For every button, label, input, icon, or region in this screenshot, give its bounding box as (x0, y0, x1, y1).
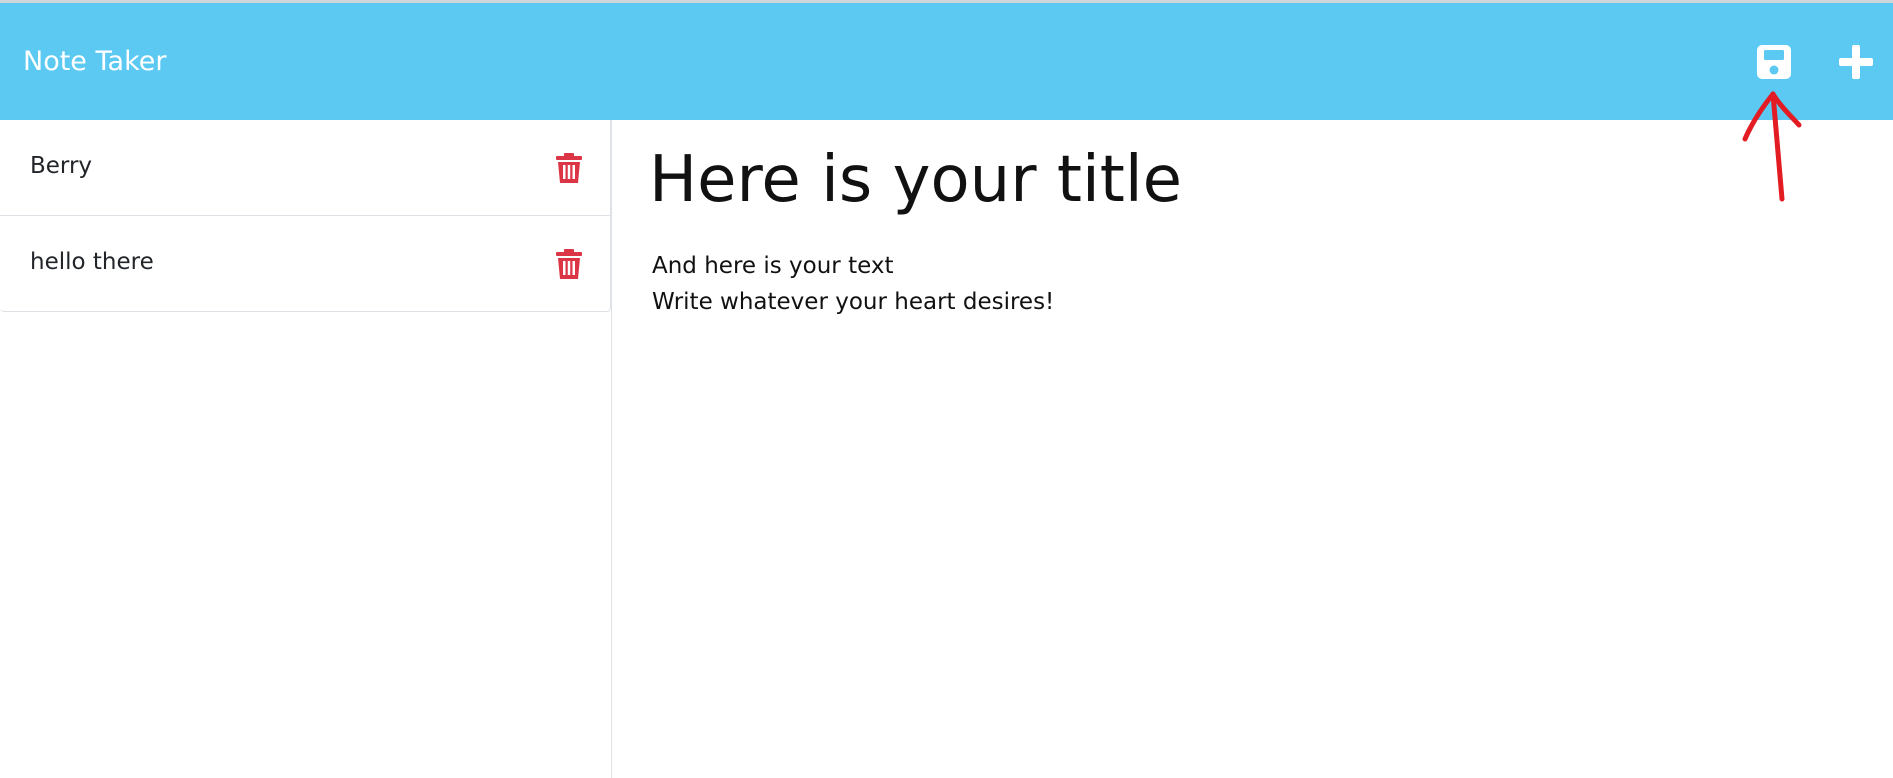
note-title: hello there (30, 249, 154, 275)
trash-icon[interactable] (555, 248, 583, 280)
list-item[interactable]: hello there (0, 216, 611, 312)
note-text-line: Write whatever your heart desires! (652, 289, 1055, 315)
note-text-line: And here is your text (652, 253, 894, 279)
note-title: Berry (30, 153, 93, 179)
new-note-button[interactable] (1836, 42, 1876, 82)
notes-sidebar: Berry hello there (0, 120, 612, 778)
note-text-field[interactable]: And here is your text Write whatever you… (652, 248, 1752, 320)
app-title[interactable]: Note Taker (23, 46, 166, 78)
plus-icon (1839, 45, 1873, 79)
trash-icon[interactable] (555, 152, 583, 184)
note-title-field[interactable]: Here is your title (649, 142, 1182, 218)
note-list: Berry hello there (0, 120, 611, 312)
note-editor: Here is your title And here is your text… (612, 120, 1893, 778)
save-note-button[interactable] (1754, 42, 1794, 82)
floppy-disk-icon (1757, 45, 1791, 79)
list-item[interactable]: Berry (0, 120, 611, 216)
navbar: Note Taker (0, 3, 1893, 120)
